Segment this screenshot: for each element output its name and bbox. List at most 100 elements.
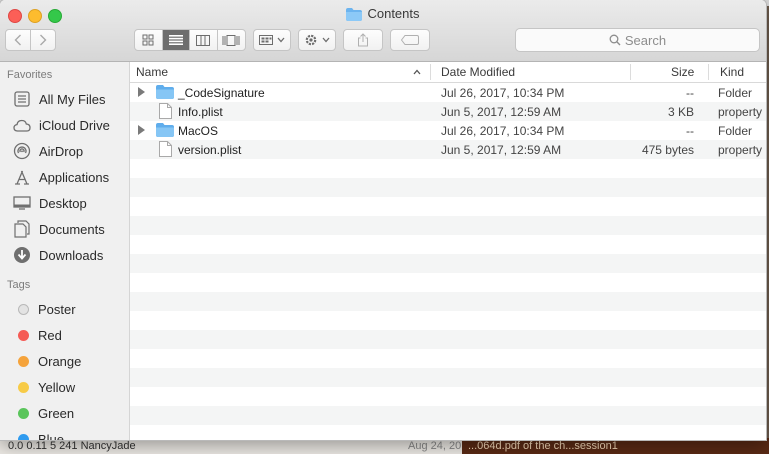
edit-tags-button[interactable] [390,29,430,51]
desktop-icon [12,194,32,212]
disclosure-triangle-icon[interactable] [138,125,145,135]
chevron-right-icon [39,34,47,46]
file-name: MacOS [178,124,219,138]
table-row[interactable]: version.plist Jun 5, 2017, 12:59 AM 475 … [130,140,766,159]
empty-row [130,368,766,387]
sidebar-item-label: Applications [39,169,110,185]
share-button[interactable] [343,29,383,51]
document-icon [159,103,172,119]
empty-row [130,273,766,292]
search-placeholder: Search [624,32,667,48]
list-icon [168,35,183,45]
downloads-icon [12,246,32,264]
column-view-button[interactable] [190,30,218,50]
chevron-down-icon [322,37,330,43]
documents-icon [12,220,32,238]
sidebar-item-label: Desktop [39,195,87,211]
folder-icon [156,123,174,137]
file-date: Jul 26, 2017, 10:34 PM [441,124,565,138]
icon-view-button[interactable] [135,30,163,50]
sidebar-item-downloads[interactable]: Downloads [0,242,129,268]
sidebar-tag-label: Red [38,327,62,343]
empty-row [130,349,766,368]
empty-row [130,311,766,330]
chevron-down-icon [277,37,285,43]
forward-button[interactable] [31,30,55,50]
list-view-button[interactable] [162,30,190,50]
sidebar-item-icloud-drive[interactable]: iCloud Drive [0,112,129,138]
file-size: -- [686,124,694,138]
empty-row [130,216,766,235]
airdrop-icon [12,142,32,160]
file-name: Info.plist [178,105,223,119]
column-divider[interactable] [708,64,709,80]
sidebar-tag-blue[interactable]: Blue [0,426,129,440]
sidebar-item-label: AirDrop [39,143,84,159]
sidebar-item-label: iCloud Drive [39,117,110,133]
sidebar-tag-label: Green [38,405,75,421]
action-menu-button[interactable] [298,29,336,51]
tags-header: Tags [7,279,31,291]
view-mode-control [134,29,246,51]
empty-row [130,235,766,254]
sidebar-tag-orange[interactable]: Orange [0,348,129,374]
sidebar-item-documents[interactable]: Documents [0,216,129,242]
column-header-date[interactable]: Date Modified [441,65,515,79]
sidebar-item-label: Documents [39,221,105,237]
favorites-header: Favorites [7,69,53,81]
table-row[interactable]: MacOS Jul 26, 2017, 10:34 PM -- Folder [130,121,766,140]
sidebar-tag-label: Poster [38,301,76,317]
share-icon [358,33,368,47]
file-list: Name Date Modified Size Kind _CodeSignat… [130,62,766,440]
tag-dot-icon [18,303,29,315]
sidebar-item-desktop[interactable]: Desktop [0,190,129,216]
file-size: 3 KB [667,105,694,119]
cover-flow-view-button[interactable] [218,30,245,50]
file-kind: property [718,105,763,119]
file-kind: Folder [718,86,753,100]
folder-icon [156,85,174,99]
tag-dot-icon [18,355,29,367]
column-divider[interactable] [630,64,631,80]
empty-row [130,406,766,425]
sidebar-item-applications[interactable]: Applications [0,164,129,190]
table-row[interactable]: _CodeSignature Jul 26, 2017, 10:34 PM --… [130,83,766,102]
sidebar-item-airdrop[interactable]: AirDrop [0,138,129,164]
column-header-size[interactable]: Size [671,65,694,79]
file-date: Jul 26, 2017, 10:34 PM [441,86,565,100]
tag-dot-icon [18,329,29,341]
sidebar-tag-green[interactable]: Green [0,400,129,426]
empty-row [130,178,766,197]
search-icon [609,34,621,46]
back-button[interactable] [6,30,31,50]
column-header-name[interactable]: Name [136,65,168,79]
file-name: _CodeSignature [178,86,265,100]
sidebar-tag-yellow[interactable]: Yellow [0,374,129,400]
table-row[interactable]: Info.plist Jun 5, 2017, 12:59 AM 3 KB pr… [130,102,766,121]
file-size: -- [686,86,694,100]
empty-row [130,330,766,349]
sidebar-tag-label: Yellow [38,379,76,395]
folder-icon [346,8,363,21]
file-size: 475 bytes [641,143,694,157]
empty-row [130,159,766,178]
window-title-text: Contents [367,6,420,21]
file-date: Jun 5, 2017, 12:59 AM [441,105,562,119]
arrange-icon [259,35,273,45]
sidebar-tag-poster[interactable]: Poster [0,296,129,322]
sidebar-item-label: All My Files [39,91,106,107]
arrange-menu-button[interactable] [253,29,291,51]
sidebar-item-all-my-files[interactable]: All My Files [0,86,129,112]
sidebar-item-label: Downloads [39,247,104,263]
sort-ascending-icon [413,69,421,75]
sidebar: Favorites All My Files iCloud Drive AirD… [0,62,130,440]
disclosure-triangle-icon[interactable] [138,87,145,97]
search-field[interactable]: Search [515,28,760,52]
column-header-kind[interactable]: Kind [720,65,744,79]
nav-buttons [5,29,56,51]
background-row-text: 0.0 0.11 5 241 NancyJade [8,440,136,452]
column-divider[interactable] [430,64,431,80]
chevron-left-icon [14,34,21,46]
sidebar-tag-red[interactable]: Red [0,322,129,348]
finder-window: Contents Search Favorites All My Files i… [0,0,766,440]
